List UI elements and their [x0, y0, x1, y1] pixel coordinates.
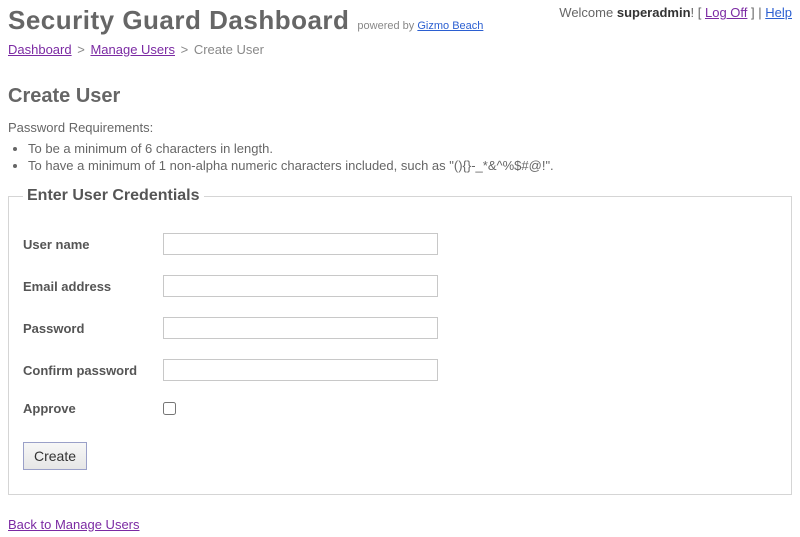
- approve-checkbox[interactable]: [163, 402, 176, 415]
- back-to-manage-users-link[interactable]: Back to Manage Users: [8, 517, 140, 532]
- password-req-item: To be a minimum of 6 characters in lengt…: [28, 141, 792, 156]
- breadcrumb-sep: >: [77, 42, 85, 57]
- create-button[interactable]: Create: [23, 442, 87, 470]
- email-input[interactable]: [163, 275, 438, 297]
- credentials-fieldset: Enter User Credentials User name Email a…: [8, 187, 792, 495]
- help-link[interactable]: Help: [765, 5, 792, 20]
- app-title: Security Guard Dashboard: [8, 5, 349, 36]
- password-input[interactable]: [163, 317, 438, 339]
- pipe: |: [755, 5, 766, 20]
- breadcrumb-manage-users[interactable]: Manage Users: [90, 42, 175, 57]
- powered-by: powered by Gizmo Beach: [357, 20, 483, 32]
- breadcrumb-sep: >: [181, 42, 189, 57]
- bracket-open: [: [694, 5, 705, 20]
- password-req-item: To have a minimum of 1 non-alpha numeric…: [28, 158, 792, 173]
- breadcrumb-dashboard[interactable]: Dashboard: [8, 42, 72, 57]
- email-label: Email address: [23, 279, 163, 294]
- welcome-prefix: Welcome: [559, 5, 617, 20]
- confirm-password-input[interactable]: [163, 359, 438, 381]
- confirm-password-label: Confirm password: [23, 363, 163, 378]
- breadcrumb-current: Create User: [194, 42, 264, 57]
- credentials-legend: Enter User Credentials: [23, 187, 204, 205]
- welcome-block: Welcome superadmin! [ Log Off ] | Help: [559, 5, 792, 20]
- powered-by-link[interactable]: Gizmo Beach: [417, 20, 483, 32]
- powered-by-prefix: powered by: [357, 20, 417, 32]
- bracket-close: ]: [747, 5, 754, 20]
- logoff-link[interactable]: Log Off: [705, 5, 747, 20]
- page-heading: Create User: [8, 85, 792, 108]
- approve-label: Approve: [23, 401, 163, 416]
- password-label: Password: [23, 321, 163, 336]
- password-reqs-title: Password Requirements:: [8, 120, 792, 135]
- breadcrumb: Dashboard > Manage Users > Create User: [8, 42, 792, 57]
- username-input[interactable]: [163, 233, 438, 255]
- welcome-username: superadmin: [617, 5, 691, 20]
- username-label: User name: [23, 237, 163, 252]
